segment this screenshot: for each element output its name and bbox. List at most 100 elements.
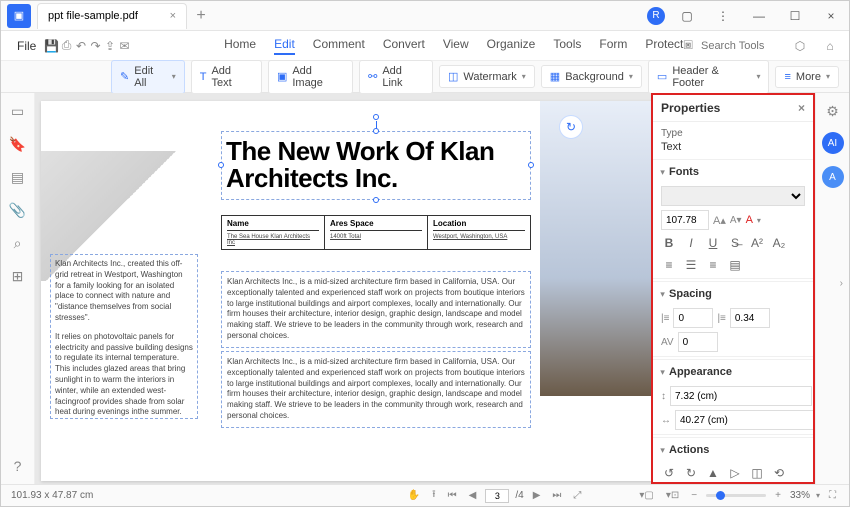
underline-icon[interactable]: U <box>705 236 721 250</box>
width-input[interactable] <box>670 386 812 406</box>
resize-handle[interactable] <box>373 197 379 203</box>
add-text-button[interactable]: TAdd Text <box>191 60 262 94</box>
file-menu[interactable]: File <box>9 37 44 55</box>
zoom-slider[interactable] <box>706 494 766 497</box>
fullscreen-icon[interactable]: ⛶ <box>826 490 839 501</box>
sidebar-textbox[interactable]: Klan Architects Inc., created this off-g… <box>50 254 198 419</box>
search-input[interactable] <box>701 40 781 52</box>
cloud-icon[interactable]: ⬡ <box>789 39 811 53</box>
next-page-icon[interactable]: ▶ <box>530 490 544 501</box>
flip-v-icon[interactable]: ▷ <box>727 466 743 480</box>
watermark-button[interactable]: ◫Watermark▾ <box>439 65 535 88</box>
resize-handle[interactable] <box>218 162 224 168</box>
tab-convert[interactable]: Convert <box>383 37 425 55</box>
first-page-icon[interactable]: ⏮ <box>445 490 460 501</box>
edit-all-button[interactable]: ✎Edit All▾ <box>111 60 185 94</box>
fonts-group[interactable]: Fonts <box>653 159 813 184</box>
font-size-input[interactable] <box>661 210 709 230</box>
align-justify-icon[interactable]: ▤ <box>727 258 743 272</box>
tab-comment[interactable]: Comment <box>313 37 365 55</box>
reflow-icon[interactable]: ⤢ <box>570 490 584 501</box>
view-mode-icon[interactable]: ▾▢ <box>636 490 656 501</box>
height-input[interactable] <box>675 410 815 430</box>
actions-group[interactable]: Actions <box>653 437 813 462</box>
decrease-font-icon[interactable]: A▾ <box>730 215 742 226</box>
more-button[interactable]: ≡More▾ <box>775 66 839 88</box>
background-button[interactable]: ▦Background▾ <box>541 65 642 88</box>
attachment-icon[interactable]: 📎 <box>9 202 26 219</box>
increase-font-icon[interactable]: A▴ <box>713 214 726 227</box>
tab-view[interactable]: View <box>443 37 469 55</box>
add-tab-button[interactable]: + <box>191 7 211 25</box>
rotate-right-icon[interactable]: ↻ <box>683 466 699 480</box>
align-center-icon[interactable]: ☰ <box>683 258 699 272</box>
mail-icon[interactable]: ✉ <box>117 39 132 53</box>
char-spacing-input[interactable] <box>730 308 770 328</box>
flip-h-icon[interactable]: ▲ <box>705 466 721 480</box>
float-action-icon[interactable]: ↻ <box>559 115 583 139</box>
tab-organize[interactable]: Organize <box>487 37 536 55</box>
italic-icon[interactable]: I <box>683 236 699 250</box>
close-window-button[interactable]: × <box>813 2 849 30</box>
tab-protect[interactable]: Protect <box>645 37 683 55</box>
prev-page-icon[interactable]: ◀ <box>466 490 480 501</box>
user-badge[interactable]: R <box>647 7 665 25</box>
font-family-select[interactable] <box>661 186 805 206</box>
document-tab[interactable]: ppt file-sample.pdf × <box>37 3 187 29</box>
document-area[interactable]: › ↻ The New Work Of Klan Architects Inc.… <box>35 93 651 484</box>
subscript-icon[interactable]: A₂ <box>771 236 787 250</box>
save-icon[interactable]: 💾 <box>44 39 59 53</box>
zoom-dropdown-icon[interactable]: ▾ <box>816 491 820 500</box>
tab-tools[interactable]: Tools <box>553 37 581 55</box>
headline-textbox[interactable]: The New Work Of Klan Architects Inc. <box>221 131 531 200</box>
assistant-icon[interactable]: A <box>822 166 844 188</box>
collapse-icon[interactable]: › <box>840 278 843 289</box>
headline-text[interactable]: The New Work Of Klan Architects Inc. <box>226 138 526 193</box>
home-icon[interactable]: ⌂ <box>819 39 841 53</box>
font-color-icon[interactable]: A <box>746 214 753 226</box>
page-number-input[interactable] <box>485 489 509 503</box>
zoom-in-icon[interactable]: + <box>772 490 784 501</box>
add-image-button[interactable]: ▣Add Image <box>268 60 353 94</box>
share-icon[interactable]: ⇪ <box>103 39 118 53</box>
rotate-left-icon[interactable]: ↺ <box>661 466 677 480</box>
search-panel-icon[interactable]: ⌕ <box>14 235 22 252</box>
superscript-icon[interactable]: A² <box>749 236 765 250</box>
align-right-icon[interactable]: ≡ <box>705 258 721 272</box>
overflow-icon[interactable]: ⋮ <box>705 2 741 30</box>
baseline-input[interactable] <box>678 332 718 352</box>
body-textbox-2[interactable]: Klan Architects Inc., is a mid-sized arc… <box>221 351 531 428</box>
replace-icon[interactable]: ⟲ <box>771 466 787 480</box>
layers-icon[interactable]: ▤ <box>11 169 24 186</box>
add-link-button[interactable]: ⚯Add Link <box>359 60 433 94</box>
tab-home[interactable]: Home <box>224 37 256 55</box>
help-icon[interactable]: ? <box>14 458 22 474</box>
resize-handle[interactable] <box>528 162 534 168</box>
app-box-icon[interactable]: ▢ <box>669 2 705 30</box>
hand-tool-icon[interactable]: ✋ <box>405 490 423 501</box>
resize-handle[interactable] <box>373 128 379 134</box>
tab-form[interactable]: Form <box>599 37 627 55</box>
align-left-icon[interactable]: ≡ <box>661 258 677 272</box>
strikethrough-icon[interactable]: S̶ <box>727 236 743 250</box>
tab-edit[interactable]: Edit <box>274 37 295 55</box>
undo-icon[interactable]: ↶ <box>74 39 89 53</box>
print-icon[interactable]: ⎙ <box>59 38 74 53</box>
spacing-group[interactable]: Spacing <box>653 281 813 306</box>
appearance-group[interactable]: Appearance <box>653 359 813 384</box>
redo-icon[interactable]: ↷ <box>88 39 103 53</box>
rotate-handle[interactable] <box>373 114 379 120</box>
maximize-button[interactable]: ☐ <box>777 2 813 30</box>
line-spacing-input[interactable] <box>673 308 713 328</box>
crop-icon[interactable]: ◫ <box>749 466 765 480</box>
select-tool-icon[interactable]: ⭱ <box>429 487 439 504</box>
fit-width-icon[interactable]: ▾⊡ <box>663 490 682 501</box>
zoom-out-icon[interactable]: − <box>688 490 700 501</box>
thumbnails-icon[interactable]: ▭ <box>11 103 24 120</box>
settings-icon[interactable]: ⚙ <box>826 103 839 120</box>
minimize-button[interactable]: — <box>741 2 777 30</box>
ai-tool-icon[interactable]: AI <box>822 132 844 154</box>
bold-icon[interactable]: B <box>661 236 677 250</box>
grid-icon[interactable]: ⊞ <box>12 268 24 285</box>
last-page-icon[interactable]: ⏭ <box>549 490 564 501</box>
